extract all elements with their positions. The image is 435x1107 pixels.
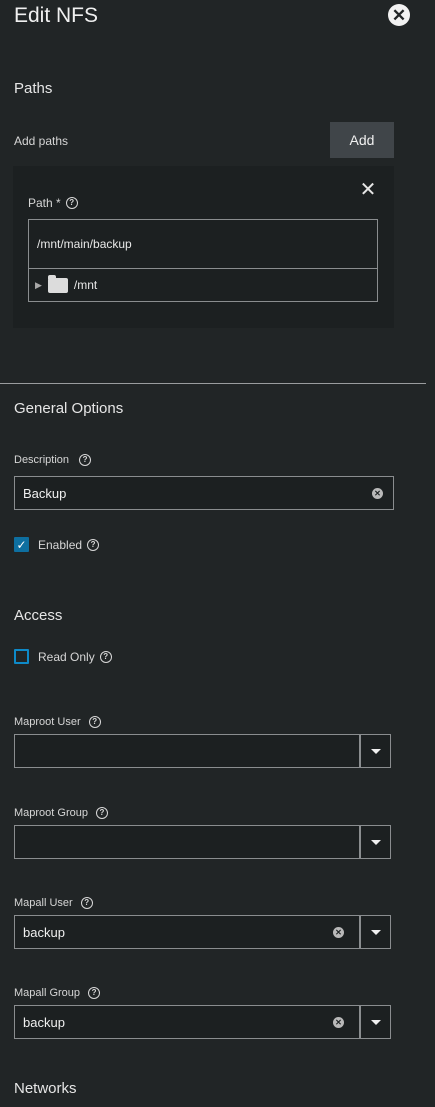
folder-icon [47,274,68,293]
enabled-label: Enabled [38,537,83,552]
description-value: Backup [23,485,67,501]
maproot-group-label: Maproot Group [14,807,88,819]
maproot-group-dropdown-button[interactable] [360,825,391,859]
maproot-user-label-row: Maproot User ? [14,716,101,728]
dialog-title: Edit NFS [14,4,99,27]
help-icon[interactable]: ? [99,650,112,663]
mapall-user-value: backup [23,924,65,940]
description-label-row: Description ? [14,454,92,466]
mapall-group-label: Mapall Group [14,987,81,999]
enabled-row[interactable]: ✓ Enabled ? [14,537,100,552]
tree-item-label: /mnt [73,278,98,292]
caret-down-icon [370,839,381,845]
maproot-group-label-row: Maproot Group ? [14,807,108,819]
help-icon[interactable]: ? [65,197,78,209]
description-input[interactable]: Backup [14,476,394,510]
close-icon[interactable]: ✕ [388,4,410,26]
mapall-user-input[interactable]: backup [14,915,360,949]
mapall-user-dropdown-button[interactable] [360,915,391,949]
help-icon[interactable]: ? [79,454,92,466]
read-only-label: Read Only [38,649,95,664]
caret-down-icon [370,929,381,935]
mapall-group-value: backup [23,1014,65,1030]
help-icon[interactable]: ? [88,716,101,728]
mapall-group-dropdown-button[interactable] [360,1005,391,1039]
description-label: Description [14,454,70,466]
clear-icon[interactable]: ✕ [372,488,383,499]
expand-arrow-icon[interactable]: ▶ [35,280,42,291]
paths-section-title: Paths [14,80,53,97]
general-section-title: General Options [14,400,124,417]
help-icon[interactable]: ? [80,897,93,909]
access-section-title: Access [14,607,63,624]
read-only-checkbox[interactable] [14,649,29,664]
add-path-button[interactable]: Add [330,122,394,158]
caret-down-icon [370,1019,381,1025]
enabled-checkbox[interactable]: ✓ [14,537,29,552]
maproot-user-label: Maproot User [14,716,81,728]
clear-icon[interactable]: ✕ [333,927,344,938]
mapall-user-label-row: Mapall User ? [14,897,93,909]
path-label-row: Path * ? [28,196,78,210]
clear-icon[interactable]: ✕ [333,1017,344,1028]
maproot-user-dropdown-button[interactable] [360,734,391,768]
mapall-group-input[interactable]: backup [14,1005,360,1039]
mapall-user-label: Mapall User [14,897,73,909]
networks-section-title: Networks [14,1080,77,1097]
help-icon[interactable]: ? [87,538,100,551]
read-only-row[interactable]: Read Only ? [14,649,112,664]
maproot-group-input[interactable] [14,825,360,859]
section-divider [0,383,426,384]
help-icon[interactable]: ? [95,807,108,819]
mapall-group-label-row: Mapall Group ? [14,987,101,999]
path-tree-item[interactable]: ▶ /mnt [28,268,378,302]
remove-path-icon[interactable]: ✕ [358,180,378,200]
help-icon[interactable]: ? [88,987,101,999]
path-label: Path * [28,196,61,210]
caret-down-icon [370,748,381,754]
maproot-user-input[interactable] [14,734,360,768]
add-paths-label: Add paths [14,134,69,148]
path-input[interactable]: /mnt/main/backup [28,219,378,269]
